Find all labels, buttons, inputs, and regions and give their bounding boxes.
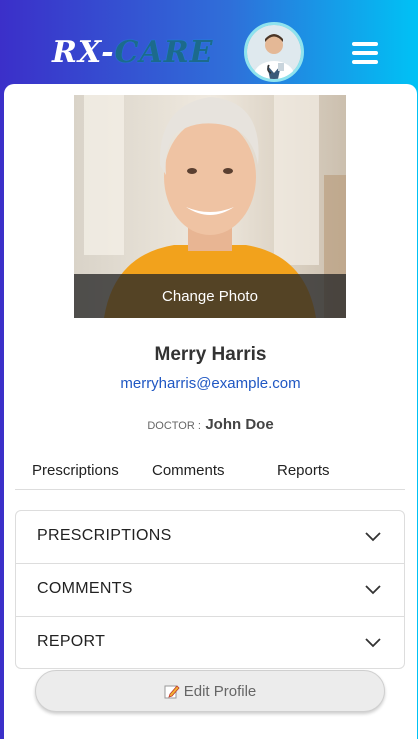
- accordion: PRESCRIPTIONS COMMENTS REPORT: [15, 510, 405, 669]
- app-logo[interactable]: RX-CARE: [52, 36, 214, 70]
- edit-icon: [164, 685, 180, 699]
- logo-rx: RX-: [52, 35, 115, 70]
- logo-care: CARE: [114, 35, 214, 70]
- doctor-info: DOCTOR : John Doe: [4, 416, 417, 434]
- patient-email-link[interactable]: merryharris@example.com: [4, 375, 417, 392]
- accordion-item-report[interactable]: REPORT: [16, 617, 404, 670]
- hamburger-menu-icon[interactable]: [352, 42, 378, 64]
- accordion-item-comments[interactable]: COMMENTS: [16, 564, 404, 617]
- edit-profile-label: Edit Profile: [183, 682, 257, 700]
- accordion-label: REPORT: [37, 633, 106, 650]
- tab-reports[interactable]: Reports: [277, 462, 330, 479]
- chevron-down-icon: [365, 585, 381, 595]
- chevron-down-icon: [365, 638, 381, 648]
- top-header: RX-CARE: [0, 0, 418, 86]
- profile-photo[interactable]: Change Photo: [74, 95, 346, 318]
- profile-tabs: Prescriptions Comments Reports: [15, 454, 405, 490]
- accordion-label: COMMENTS: [37, 580, 133, 597]
- doctor-label: DOCTOR :: [147, 420, 201, 432]
- edit-profile-button[interactable]: Edit Profile: [35, 670, 385, 712]
- doctor-name: John Doe: [205, 416, 274, 433]
- chevron-down-icon: [365, 532, 381, 542]
- doctor-avatar[interactable]: [244, 22, 304, 82]
- change-photo-button[interactable]: Change Photo: [74, 274, 346, 318]
- tab-prescriptions[interactable]: Prescriptions: [32, 462, 119, 479]
- patient-name: Merry Harris: [154, 344, 267, 365]
- tab-comments[interactable]: Comments: [152, 462, 225, 479]
- profile-card: Change Photo Merry Harris merryharris@ex…: [4, 84, 417, 739]
- doctor-avatar-image: [247, 25, 301, 79]
- accordion-label: PRESCRIPTIONS: [37, 527, 172, 544]
- accordion-item-prescriptions[interactable]: PRESCRIPTIONS: [16, 511, 404, 564]
